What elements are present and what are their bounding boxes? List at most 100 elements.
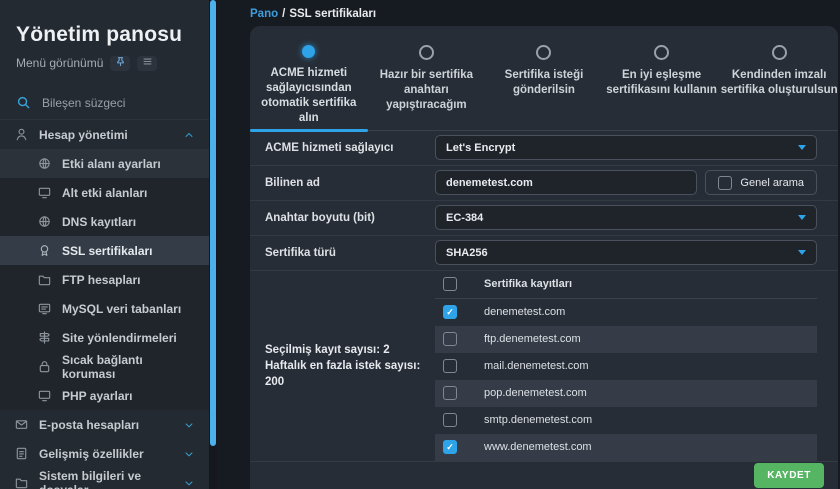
step-4-radio[interactable] bbox=[654, 45, 669, 60]
record-name: www.denemetest.com bbox=[484, 441, 592, 453]
record-checkbox[interactable] bbox=[443, 386, 457, 400]
breadcrumb-separator: / bbox=[282, 8, 285, 20]
signpost-icon bbox=[37, 330, 52, 345]
record-name: ftp.denemetest.com bbox=[484, 333, 581, 345]
record-checkbox[interactable] bbox=[443, 359, 457, 373]
record-checkbox[interactable] bbox=[443, 413, 457, 427]
menu-icon bbox=[142, 54, 153, 72]
genel-arama-checkbox[interactable] bbox=[718, 176, 732, 190]
field-label: Anahtar boyutu (bit) bbox=[265, 212, 435, 224]
sidebar-item-label: Site yönlendirmeleri bbox=[62, 331, 177, 345]
component-filter[interactable]: Bileşen süzgeci bbox=[0, 86, 209, 119]
select-value: EC-384 bbox=[446, 212, 483, 224]
step-5-radio[interactable] bbox=[772, 45, 787, 60]
step-5[interactable]: Kendinden imzalı sertifika oluşturulsun bbox=[720, 45, 838, 130]
sidebar-item-label: FTP hesapları bbox=[62, 273, 140, 287]
pin-icon bbox=[115, 54, 126, 72]
certificate-records-table: Sertifika kayıtları denemetest.com ftp.den… bbox=[435, 271, 817, 461]
record-row-www-denemetest-com[interactable]: www.denemetest.com bbox=[435, 434, 817, 461]
mail-icon bbox=[14, 417, 29, 432]
record-name: Sertifika kayıtları bbox=[484, 278, 572, 290]
weekly-limit-text: Haftalık en fazla istek sayısı: 200 bbox=[265, 358, 435, 390]
active-step-indicator bbox=[250, 129, 368, 132]
sidebar-item-e-posta-hesapları[interactable]: E-posta hesapları bbox=[0, 410, 209, 439]
sidebar-item-label: Gelişmiş özellikler bbox=[39, 447, 144, 461]
record-name: pop.denemetest.com bbox=[484, 387, 587, 399]
genel-arama-option[interactable]: Genel arama bbox=[705, 170, 817, 195]
sidebar-item-label: Alt etki alanları bbox=[62, 186, 147, 200]
records-section: Seçilmiş kayıt sayısı: 2 Haftalık en faz… bbox=[250, 271, 838, 462]
sidebar-scrollbar[interactable] bbox=[209, 0, 217, 489]
doc-icon bbox=[14, 446, 29, 461]
step-1-radio[interactable] bbox=[302, 45, 315, 58]
field-label: Sertifika türü bbox=[265, 247, 435, 259]
breadcrumb-home-link[interactable]: Pano bbox=[250, 8, 278, 20]
chevron-down-icon bbox=[183, 448, 195, 460]
sidebar-item-label: Sistem bilgileri ve dosyalar bbox=[39, 469, 173, 489]
record-checkbox[interactable] bbox=[443, 277, 457, 291]
sidebar-item-label: MySQL veri tabanları bbox=[62, 302, 181, 316]
stepper: ACME hizmeti sağlayıcısından otomatik se… bbox=[250, 26, 838, 130]
sidebar-item-label: Sıcak bağlantı koruması bbox=[62, 353, 195, 381]
search-icon bbox=[16, 95, 31, 110]
record-row-pop-denemetest-com[interactable]: pop.denemetest.com bbox=[435, 380, 817, 407]
sidebar-item-label: SSL sertifikaları bbox=[62, 244, 153, 258]
sidebar-item-label: Etki alanı ayarları bbox=[62, 157, 161, 171]
anahtar-boyutu-bit-select[interactable]: EC-384 bbox=[435, 205, 817, 230]
records-header-row: Sertifika kayıtları bbox=[435, 271, 817, 299]
menu-style-button[interactable] bbox=[137, 56, 157, 71]
step-2-label: Hazır bir sertifika anahtarı yapıştıraca… bbox=[368, 68, 486, 113]
acme-hizmeti-sağlayıcı-select[interactable]: Let's Encrypt bbox=[435, 135, 817, 160]
sidebar-item-etki-alanı-ayarları[interactable]: Etki alanı ayarları bbox=[0, 149, 209, 178]
chevron-down-icon bbox=[798, 145, 806, 150]
sidebar-item-ssl-sertifikaları[interactable]: SSL sertifikaları bbox=[0, 236, 209, 265]
sidebar: Yönetim panosu Menü görünümü Bileşen süz… bbox=[0, 0, 217, 489]
folder-icon bbox=[14, 475, 29, 489]
menu-view-label: Menü görünümü bbox=[16, 56, 103, 70]
step-4[interactable]: En iyi eşleşme sertifikasını kullanın bbox=[603, 45, 721, 130]
breadcrumb-current: SSL sertifikaları bbox=[289, 8, 376, 20]
field-label: ACME hizmeti sağlayıcı bbox=[265, 142, 435, 154]
bilinen-ad-input[interactable] bbox=[435, 170, 697, 195]
record-checkbox[interactable] bbox=[443, 332, 457, 346]
breadcrumb: Pano / SSL sertifikaları bbox=[250, 0, 840, 24]
sidebar-item-php-ayarları[interactable]: PHP ayarları bbox=[0, 381, 209, 410]
save-button[interactable]: KAYDET bbox=[754, 463, 824, 488]
certificate-icon bbox=[37, 243, 52, 258]
sidebar-item-gelişmiş-özellikler[interactable]: Gelişmiş özellikler bbox=[0, 439, 209, 468]
sertifika-türü-select[interactable]: SHA256 bbox=[435, 240, 817, 265]
step-1[interactable]: ACME hizmeti sağlayıcısından otomatik se… bbox=[250, 45, 368, 130]
step-2-radio[interactable] bbox=[419, 45, 434, 60]
sidebar-item-sistem-bilgileri-ve-dosyalar[interactable]: Sistem bilgileri ve dosyalar bbox=[0, 468, 209, 489]
sidebar-item-dns-kayıtları[interactable]: DNS kayıtları bbox=[0, 207, 209, 236]
form-row-bilinen-ad: Bilinen adGenel arama bbox=[250, 166, 838, 201]
globe-icon bbox=[37, 214, 52, 229]
step-3[interactable]: Sertifika isteği gönderilsin bbox=[485, 45, 603, 130]
record-checkbox[interactable] bbox=[443, 440, 457, 454]
record-row-mail-denemetest-com[interactable]: mail.denemetest.com bbox=[435, 353, 817, 380]
chevron-down-icon bbox=[183, 477, 195, 489]
sidebar-scrollbar-thumb[interactable] bbox=[210, 0, 216, 446]
step-3-label: Sertifika isteği gönderilsin bbox=[485, 68, 603, 98]
sidebar-item-ftp-hesapları[interactable]: FTP hesapları bbox=[0, 265, 209, 294]
sidebar-item-mysql-veri-tabanları[interactable]: MySQL veri tabanları bbox=[0, 294, 209, 323]
sidebar-item-alt-etki-alanları[interactable]: Alt etki alanları bbox=[0, 178, 209, 207]
sidebar-item-hesap-yönetimi[interactable]: Hesap yönetimi bbox=[0, 120, 209, 149]
sidebar-item-label: E-posta hesapları bbox=[39, 418, 139, 432]
folder-icon bbox=[37, 272, 52, 287]
step-3-radio[interactable] bbox=[536, 45, 551, 60]
record-row-smtp-denemetest-com[interactable]: smtp.denemetest.com bbox=[435, 407, 817, 434]
record-row-ftp-denemetest-com[interactable]: ftp.denemetest.com bbox=[435, 326, 817, 353]
sidebar-item-site-yönlendirmeleri[interactable]: Site yönlendirmeleri bbox=[0, 323, 209, 352]
sidebar-item-sıcak-bağlantı-koruması[interactable]: Sıcak bağlantı koruması bbox=[0, 352, 209, 381]
checkbox-label: Genel arama bbox=[740, 177, 804, 189]
record-checkbox[interactable] bbox=[443, 305, 457, 319]
user-icon bbox=[14, 127, 29, 142]
sidebar-subsection-hesap-yönetimi: Etki alanı ayarları Alt etki alanları DNS … bbox=[0, 149, 209, 410]
sidebar-item-label: DNS kayıtları bbox=[62, 215, 136, 229]
record-row-denemetest-com[interactable]: denemetest.com bbox=[435, 299, 817, 326]
database-icon bbox=[37, 301, 52, 316]
step-2[interactable]: Hazır bir sertifika anahtarı yapıştıraca… bbox=[368, 45, 486, 130]
pin-menu-button[interactable] bbox=[110, 56, 130, 71]
select-value: Let's Encrypt bbox=[446, 142, 515, 154]
